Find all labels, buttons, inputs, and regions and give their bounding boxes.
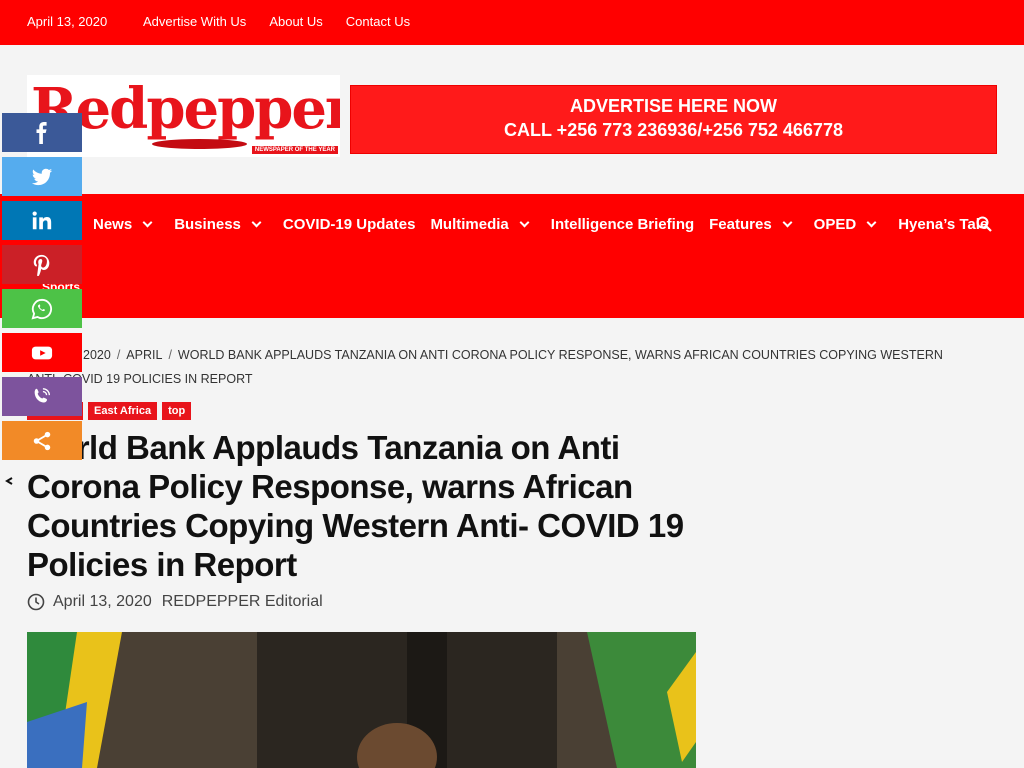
twitter-share-button[interactable]: [2, 157, 82, 196]
chevron-down-icon: [519, 217, 530, 228]
youtube-icon: [31, 346, 53, 359]
youtube-button[interactable]: [2, 333, 82, 372]
pinterest-share-button[interactable]: [2, 245, 82, 284]
whatsapp-icon: [31, 298, 53, 319]
nav-item-intelligence[interactable]: Intelligence Briefing: [551, 216, 694, 233]
more-share-button[interactable]: [2, 421, 82, 460]
about-link[interactable]: About Us: [269, 14, 322, 29]
nav-item-label: News: [93, 216, 133, 233]
breadcrumb-month[interactable]: APRIL: [126, 348, 162, 362]
article-date[interactable]: April 13, 2020: [53, 593, 152, 611]
site-header: Redpepper NEWSPAPER OF THE YEAR ADVERTIS…: [0, 45, 1024, 194]
main-nav: News Business COVID-19 Updates Multimedi…: [0, 194, 1024, 318]
collapse-arrow-icon[interactable]: [4, 476, 14, 486]
pinterest-icon: [33, 254, 50, 276]
chevron-down-icon: [142, 217, 153, 228]
contact-link[interactable]: Contact Us: [346, 14, 410, 29]
ad-banner[interactable]: ADVERTISE HERE NOW CALL +256 773 236936/…: [350, 85, 997, 154]
article-title: World Bank Applauds Tanzania on Anti Cor…: [27, 429, 684, 583]
ad-line-2: CALL +256 773 236936/+256 752 466778: [504, 120, 843, 140]
chevron-down-icon: [866, 217, 877, 228]
nav-item-label: COVID-19 Updates: [282, 216, 416, 233]
logo-tagline: NEWSPAPER OF THE YEAR: [251, 146, 338, 154]
article-meta: April 13, 2020 REDPEPPER Editorial: [27, 593, 323, 611]
search-icon[interactable]: [976, 216, 992, 232]
breadcrumb: 2020/APRIL / WORLD BANK APPLAUDS TANZANIA …: [27, 348, 943, 386]
nav-item-features[interactable]: Features: [709, 216, 799, 233]
nav-item-label: Hyena’s Tale: [898, 216, 989, 233]
nav-item-hyena[interactable]: Hyena’s Tale: [898, 216, 988, 233]
chevron-down-icon: [251, 217, 262, 228]
article-image[interactable]: [27, 632, 696, 768]
breadcrumb-year[interactable]: 2020: [83, 348, 111, 362]
ad-line-1: ADVERTISE HERE NOW: [569, 96, 778, 116]
clock-icon: [27, 593, 45, 611]
nav-item-covid[interactable]: COVID-19 Updates: [283, 216, 416, 233]
article-card: East Africa top World Bank Applauds Tanz…: [27, 396, 696, 768]
chevron-down-icon: [782, 217, 793, 228]
linkedin-icon: [32, 211, 52, 229]
tag-top[interactable]: top: [162, 402, 192, 420]
nav-item-oped[interactable]: OPED: [814, 216, 884, 233]
article-photo: [27, 632, 696, 768]
facebook-share-button[interactable]: [2, 113, 82, 152]
pepper-icon: [152, 139, 247, 149]
article-author[interactable]: REDPEPPER Editorial: [162, 593, 323, 611]
tag-east-africa[interactable]: East Africa: [88, 402, 158, 420]
viber-share-button[interactable]: [2, 377, 82, 416]
nav-item-label: OPED: [813, 216, 857, 233]
twitter-icon: [31, 168, 53, 185]
nav-item-news[interactable]: News: [93, 216, 159, 233]
linkedin-share-button[interactable]: [2, 201, 82, 240]
nav-item-label: Intelligence Briefing: [550, 216, 695, 233]
nav-item-label: Business: [174, 216, 241, 233]
nav-items: News Business COVID-19 Updates Multimedi…: [93, 216, 1003, 233]
top-bar-date: April 13, 2020: [27, 14, 108, 29]
nav-item-multimedia[interactable]: Multimedia: [430, 216, 535, 233]
whatsapp-share-button[interactable]: [2, 289, 82, 328]
social-share-bar: [2, 113, 82, 465]
advertise-link[interactable]: Advertise With Us: [143, 14, 246, 29]
nav-item-business[interactable]: Business: [174, 216, 268, 233]
breadcrumb-current: WORLD BANK APPLAUDS TANZANIA ON ANTI COR…: [27, 348, 943, 386]
facebook-icon: [36, 121, 47, 144]
share-icon: [33, 431, 51, 450]
nav-item-label: Multimedia: [430, 216, 509, 233]
top-links: Advertise With Us About Us Contact Us: [143, 14, 410, 29]
viber-icon: [34, 387, 51, 402]
nav-item-label: Features: [709, 216, 772, 233]
top-bar: April 13, 2020 Advertise With Us About U…: [0, 0, 1024, 45]
